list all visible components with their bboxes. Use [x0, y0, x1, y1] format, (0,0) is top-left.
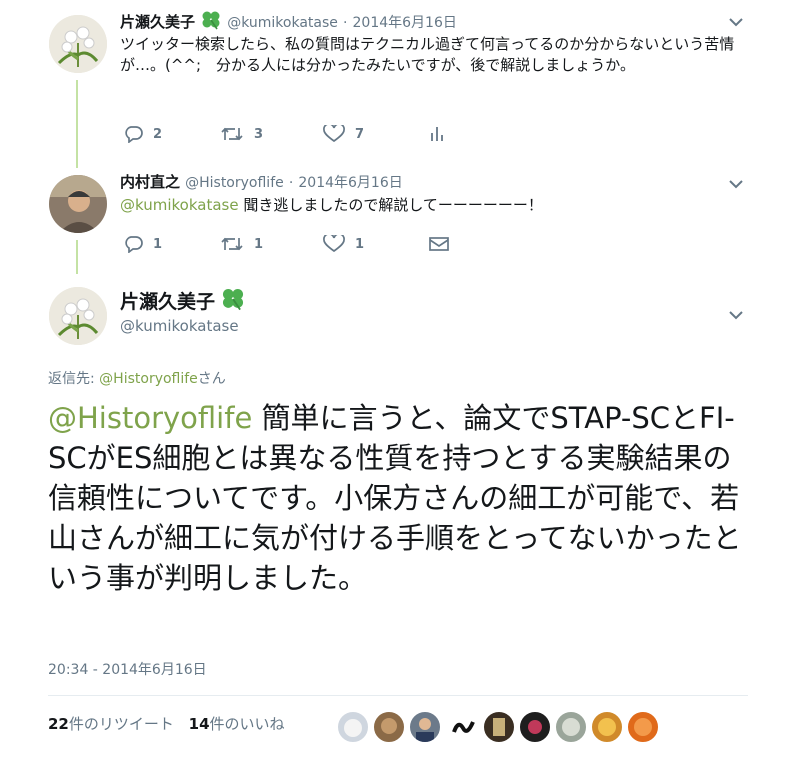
clover-icon [202, 11, 220, 30]
thread-line [76, 240, 78, 274]
mention-link[interactable]: @Historyoflife [48, 401, 252, 435]
tweet-actions: 2 3 7 [123, 125, 446, 143]
retweet-stat-label: 件のリツイート [68, 715, 174, 733]
liker-avatar[interactable] [626, 710, 660, 744]
reply-to-link[interactable]: @Historyoflife [99, 371, 198, 387]
tweet-header: 片瀬久美子 @kumikokatase · 2014年6月16日 [120, 10, 457, 32]
like-stat[interactable]: 14件のいいね [189, 715, 285, 733]
like-button[interactable]: 7 [323, 125, 428, 143]
liker-avatar-image [344, 719, 362, 737]
reply-icon [125, 126, 143, 143]
timestamp[interactable]: 20:34 - 2014年6月16日 [48, 659, 207, 679]
tweet-actions: 1 1 1 [123, 235, 450, 253]
retweet-icon [221, 237, 243, 251]
tweet-date[interactable]: 2014年6月16日 [298, 175, 402, 191]
retweet-button[interactable]: 3 [220, 125, 323, 143]
like-total: 14 [188, 715, 210, 733]
avatar-lily-image [49, 15, 107, 73]
retweet-count: 1 [254, 236, 264, 252]
tweet-date[interactable]: 2014年6月16日 [353, 15, 457, 31]
chevron-down-icon[interactable] [728, 309, 744, 321]
separator: · [288, 175, 294, 191]
separator: · [342, 15, 348, 31]
retweet-icon [221, 127, 243, 141]
avatar[interactable] [49, 15, 107, 73]
main-name-row: 片瀬久美子 [120, 287, 246, 314]
heart-icon [323, 235, 345, 253]
reply-count: 1 [153, 236, 163, 252]
liker-avatar[interactable] [482, 710, 516, 744]
reply-to-label: 返信先: [48, 371, 95, 387]
reply-button[interactable]: 2 [123, 125, 220, 143]
avatar-lily-image [49, 287, 107, 345]
liker-avatar-image [634, 718, 652, 736]
engagement-stats: 22件のリツイート 14件のいいね [48, 713, 285, 734]
reply-to: 返信先: @Historyoflifeさん [48, 368, 226, 388]
handle[interactable]: @kumikokatase [120, 317, 239, 335]
liker-avatar-image [562, 718, 580, 736]
retweet-count: 3 [254, 126, 264, 142]
chevron-down-icon[interactable] [728, 178, 744, 190]
tweet-text: @kumikokatase 聞き逃しましたので解説してーーーーーー！ [120, 195, 750, 216]
reply-count: 2 [153, 126, 163, 142]
liker-avatar-image [416, 718, 434, 742]
liker-avatar-image [493, 718, 505, 736]
display-name[interactable]: 片瀬久美子 [120, 13, 195, 31]
liker-avatar[interactable] [336, 710, 370, 744]
liker-avatar[interactable] [518, 710, 552, 744]
avatar[interactable] [49, 175, 107, 233]
like-count: 7 [355, 126, 365, 142]
divider [48, 695, 748, 696]
envelope-icon [429, 237, 449, 251]
liker-avatar[interactable] [590, 710, 624, 744]
liker-avatar-image [598, 718, 616, 736]
like-stat-label: 件のいいね [209, 715, 285, 733]
handle[interactable]: @kumikokatase [227, 15, 338, 31]
mention-link[interactable]: @kumikokatase [120, 196, 239, 214]
heart-icon [323, 125, 345, 143]
liker-avatar-image [381, 718, 397, 734]
reply-to-suffix: さん [197, 371, 226, 387]
liker-avatar-image [452, 721, 475, 733]
tweet-text: ツイッター検索したら、私の質問はテクニカル過ぎて何言ってるのか分からないという苦… [120, 35, 735, 74]
like-button[interactable]: 1 [323, 235, 428, 253]
clover-icon [223, 288, 244, 311]
reply-icon [125, 236, 143, 253]
liker-avatar[interactable] [372, 710, 406, 744]
display-name[interactable]: 内村直之 [120, 173, 180, 191]
tweet-body: 聞き逃しましたので解説してーーーーーー！ [238, 196, 543, 214]
avatar[interactable] [49, 287, 107, 345]
display-name[interactable]: 片瀬久美子 [120, 291, 215, 313]
liker-avatar[interactable] [447, 710, 481, 744]
chevron-down-icon[interactable] [728, 16, 744, 28]
liker-avatar[interactable] [554, 710, 588, 744]
avatar-person-image [49, 175, 107, 233]
analytics-icon [431, 127, 443, 141]
tweet-header: 内村直之 @Historyoflife · 2014年6月16日 [120, 171, 403, 192]
dm-button[interactable] [428, 235, 450, 253]
analytics-button[interactable] [428, 125, 446, 143]
liker-avatar-image [528, 720, 542, 734]
thread-line [76, 80, 78, 168]
handle[interactable]: @Historyoflife [185, 175, 284, 191]
retweet-total: 22 [48, 715, 69, 733]
like-count: 1 [355, 236, 365, 252]
main-tweet-text: @Historyoflife 簡単に言うと、論文でSTAP-SCとFI-SCがE… [48, 398, 748, 598]
reply-button[interactable]: 1 [123, 235, 220, 253]
retweet-stat[interactable]: 22件のリツイート [48, 715, 174, 733]
retweet-button[interactable]: 1 [220, 235, 323, 253]
liker-avatar[interactable] [408, 710, 442, 744]
